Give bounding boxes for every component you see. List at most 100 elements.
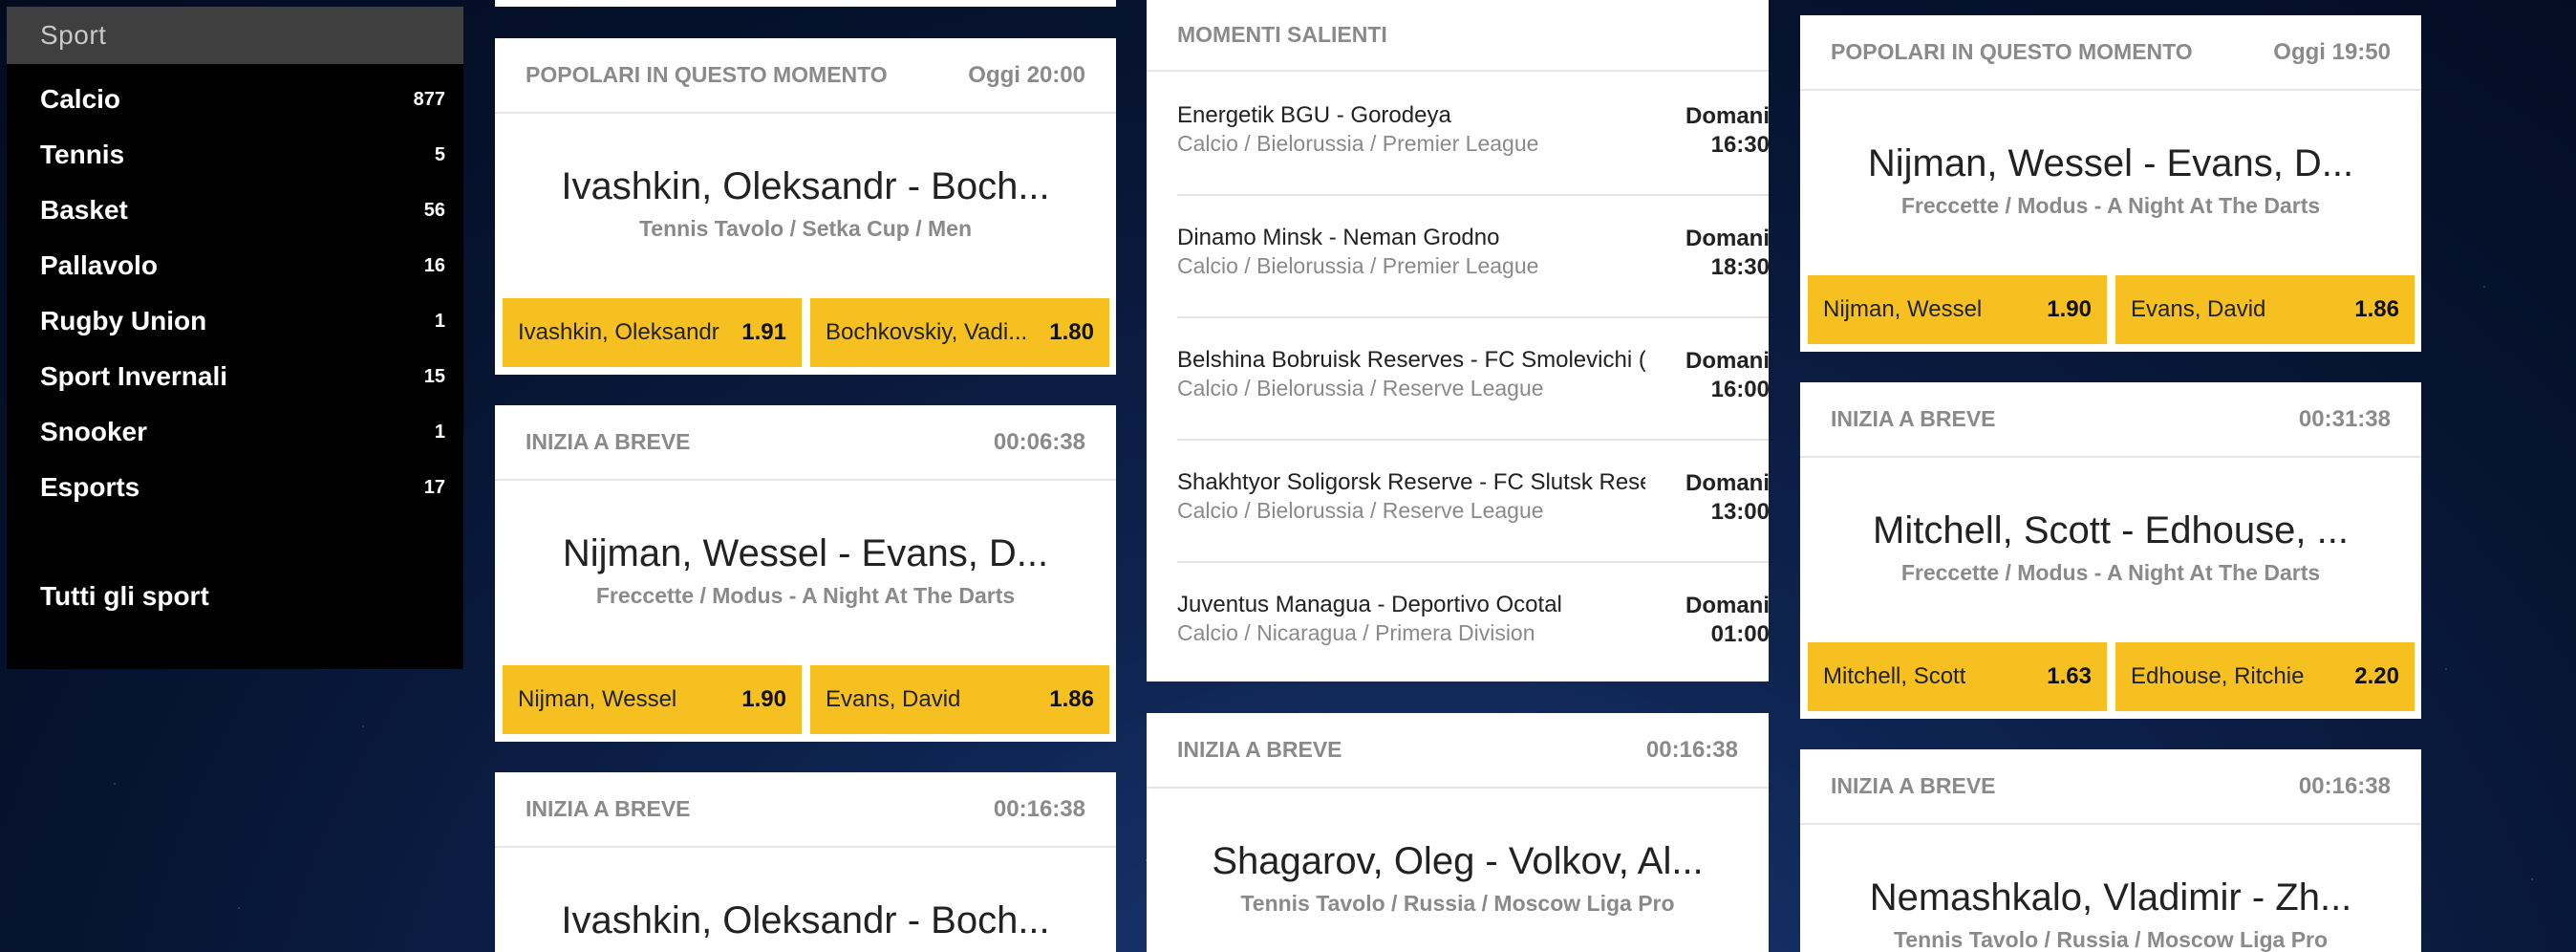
match-path: Freccette / Modus - A Night At The Darts (1900, 560, 2321, 585)
starting-soon-card[interactable]: INIZIA A BREVE 00:16:38 Shagarov, Oleg -… (1147, 713, 1769, 952)
odds-button-away[interactable]: Edhouse, Ritchie 2.20 (2115, 642, 2415, 711)
odds-button-away[interactable]: Bochkovskiy, Vadi... 1.80 (810, 298, 1109, 367)
highlight-match-when: Domani 01:00 (1685, 592, 1769, 649)
highlight-match-when: Domani 16:00 (1685, 347, 1769, 404)
odds-selection: Ivashkin, Oleksandr (518, 319, 719, 345)
sidebar-item-basket[interactable]: Basket 56 (40, 183, 445, 238)
event-time: Oggi 19:50 (2273, 38, 2391, 65)
odds-selection: Nijman, Wessel (518, 686, 677, 712)
match-title[interactable]: Mitchell, Scott - Edhouse, ... (1800, 509, 2421, 552)
sidebar-item-calcio[interactable]: Calcio 877 (40, 72, 445, 127)
highlight-match-name: Belshina Bobruisk Reserves - FC Smolevic… (1177, 347, 1645, 373)
match-title[interactable]: Ivashkin, Oleksandr - Boch... (495, 165, 1116, 208)
odds-value: 1.86 (2354, 296, 2399, 322)
odds-button-home[interactable]: Nijman, Wessel 1.90 (1808, 275, 2107, 344)
card-header: MOMENTI SALIENTI (1147, 0, 1769, 72)
card-header: INIZIA A BREVE 00:16:38 (1800, 749, 2421, 825)
odds-button-away[interactable]: Evans, David 1.86 (810, 665, 1109, 734)
sidebar-item-rugby-union[interactable]: Rugby Union 1 (40, 293, 445, 349)
sidebar-item-tennis[interactable]: Tennis 5 (40, 127, 445, 183)
odds-value: 1.80 (1049, 319, 1094, 345)
sidebar-item-label: Tennis (40, 140, 125, 169)
sidebar-item-label: Sport Invernali (40, 361, 228, 391)
card-header: INIZIA A BREVE 00:31:38 (1800, 382, 2421, 458)
card-title: POPOLARI IN QUESTO MOMENTO (526, 62, 888, 87)
sidebar-item-count: 56 (423, 199, 445, 221)
sidebar-item-snooker[interactable]: Snooker 1 (40, 404, 445, 460)
sidebar-item-count: 17 (423, 476, 445, 498)
sidebar-item-count: 877 (413, 88, 445, 110)
starting-soon-card[interactable]: INIZIA A BREVE 00:16:38 Nemashkalo, Vlad… (1800, 749, 2421, 952)
highlight-match-when: Domani 16:30 (1685, 102, 1769, 160)
all-sports-link[interactable]: Tutti gli sport (40, 569, 445, 624)
odds-button-home[interactable]: Nijman, Wessel 1.90 (503, 665, 802, 734)
odds-button-home[interactable]: Mitchell, Scott 1.63 (1808, 642, 2107, 711)
match-title[interactable]: Shagarov, Oleg - Volkov, Al... (1147, 840, 1769, 883)
match-title[interactable]: Nijman, Wessel - Evans, D... (1800, 142, 2421, 185)
highlight-row[interactable]: Juventus Managua - Deportivo Ocotal Calc… (1177, 563, 1769, 682)
odds-selection: Edhouse, Ritchie (2131, 663, 2305, 689)
match-path: Tennis Tavolo / Russia / Moscow Liga Pro (1240, 891, 1675, 916)
highlight-row[interactable]: Energetik BGU - Gorodeya Calcio / Bielor… (1177, 74, 1769, 196)
highlight-match-name: Dinamo Minsk - Neman Grodno (1177, 225, 1500, 250)
highlight-row[interactable]: Shakhtyor Soligorsk Reserve - FC Slutsk … (1177, 441, 1769, 563)
highlight-match-when: Domani 18:30 (1685, 225, 1769, 282)
card-title: MOMENTI SALIENTI (1177, 22, 1387, 47)
odds-button-home[interactable]: Ivashkin, Oleksandr 1.91 (503, 298, 802, 367)
highlight-match-path: Calcio / Bielorussia / Reserve League (1177, 376, 1544, 400)
sidebar-item-sport-invernali[interactable]: Sport Invernali 15 (40, 349, 445, 404)
card-header: INIZIA A BREVE 00:16:38 (1147, 713, 1769, 789)
sidebar-item-label: Esports (40, 472, 140, 502)
popular-event-card[interactable]: POPOLARI IN QUESTO MOMENTO Oggi 19:50 Ni… (1800, 15, 2421, 352)
popular-event-card[interactable]: POPOLARI IN QUESTO MOMENTO Oggi 20:00 Iv… (495, 38, 1116, 375)
card-title: INIZIA A BREVE (1831, 773, 1996, 798)
card-header: INIZIA A BREVE 00:06:38 (495, 405, 1116, 481)
highlight-row[interactable]: Dinamo Minsk - Neman Grodno Calcio / Bie… (1177, 196, 1769, 318)
countdown-time: 00:16:38 (993, 795, 1085, 822)
odds-value: 1.86 (1049, 686, 1094, 712)
starting-soon-card[interactable]: INIZIA A BREVE 00:16:38 Ivashkin, Oleksa… (495, 772, 1116, 952)
highlight-match-path: Calcio / Bielorussia / Reserve League (1177, 498, 1544, 523)
highlight-match-name: Shakhtyor Soligorsk Reserve - FC Slutsk … (1177, 469, 1645, 495)
highlight-match-path: Calcio / Bielorussia / Premier League (1177, 253, 1539, 278)
sidebar-item-count: 1 (434, 421, 445, 443)
highlight-match-when: Domani 13:00 (1685, 469, 1769, 527)
starting-soon-card[interactable]: INIZIA A BREVE 00:06:38 Nijman, Wessel -… (495, 405, 1116, 742)
highlight-match-name: Juventus Managua - Deportivo Ocotal (1177, 592, 1562, 617)
match-title[interactable]: Nijman, Wessel - Evans, D... (495, 532, 1116, 575)
highlight-day: Domani (1685, 103, 1769, 129)
sidebar-item-esports[interactable]: Esports 17 (40, 460, 445, 515)
highlight-time: 01:00 (1710, 621, 1769, 647)
highlights-card: MOMENTI SALIENTI Energetik BGU - Gorodey… (1147, 0, 1769, 682)
match-title[interactable]: Ivashkin, Oleksandr - Boch... (495, 899, 1116, 942)
sidebar-item-count: 1 (434, 310, 445, 332)
odds-value: 1.63 (2047, 663, 2092, 689)
starting-soon-card[interactable]: INIZIA A BREVE 00:31:38 Mitchell, Scott … (1800, 382, 2421, 719)
highlight-time: 13:00 (1710, 499, 1769, 525)
highlight-match-path: Calcio / Bielorussia / Premier League (1177, 131, 1539, 156)
odds-value: 1.90 (2047, 296, 2092, 322)
odds-selection: Mitchell, Scott (1823, 663, 1966, 689)
match-path: Tennis Tavolo / Setka Cup / Men (638, 216, 973, 241)
card-header: INIZIA A BREVE 00:16:38 (495, 772, 1116, 848)
match-path: Tennis Tavolo / Russia / Moscow Liga Pro (1893, 927, 2329, 952)
odds-button-away[interactable]: Evans, David 1.86 (2115, 275, 2415, 344)
odds-value: 2.20 (2354, 663, 2399, 689)
odds-selection: Evans, David (2131, 296, 2266, 322)
highlight-day: Domani (1685, 470, 1769, 496)
card-header: POPOLARI IN QUESTO MOMENTO Oggi 19:50 (1800, 15, 2421, 91)
match-title[interactable]: Nemashkalo, Vladimir - Zh... (1800, 876, 2421, 920)
card-title: INIZIA A BREVE (526, 796, 691, 821)
card-title: INIZIA A BREVE (526, 429, 691, 454)
highlight-time: 16:30 (1710, 132, 1769, 158)
sidebar-item-pallavolo[interactable]: Pallavolo 16 (40, 238, 445, 293)
countdown-time: 00:31:38 (2298, 405, 2391, 432)
highlight-time: 16:00 (1710, 377, 1769, 402)
all-sports-label: Tutti gli sport (40, 581, 209, 611)
highlight-match-name: Energetik BGU - Gorodeya (1177, 102, 1451, 128)
sidebar-item-count: 5 (434, 143, 445, 165)
highlight-row[interactable]: Belshina Bobruisk Reserves - FC Smolevic… (1177, 318, 1769, 441)
countdown-time: 00:16:38 (2298, 772, 2391, 799)
card-header: POPOLARI IN QUESTO MOMENTO Oggi 20:00 (495, 38, 1116, 114)
countdown-time: 00:06:38 (993, 428, 1085, 455)
